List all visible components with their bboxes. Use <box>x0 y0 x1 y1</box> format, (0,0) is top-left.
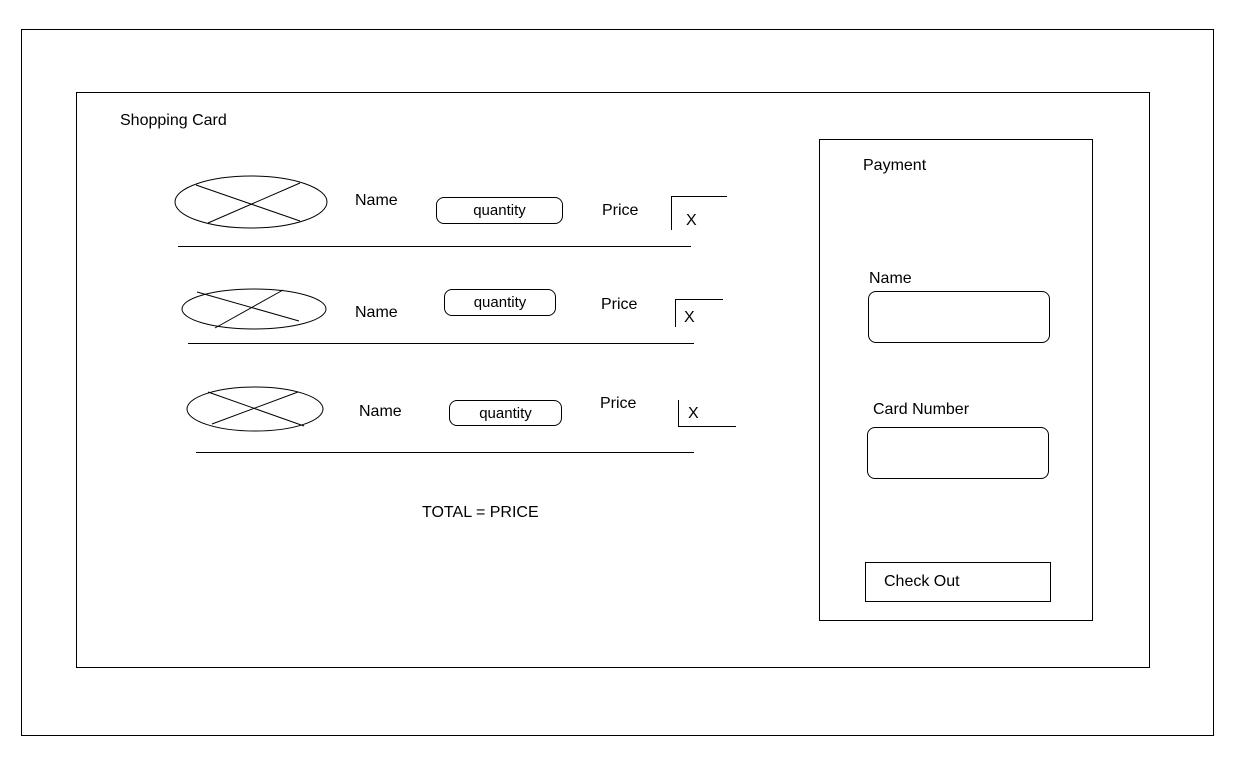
remove-item-button[interactable]: X <box>671 196 727 230</box>
quantity-label: quantity <box>473 294 527 311</box>
cart-item-price: Price <box>602 202 639 219</box>
name-field[interactable] <box>868 291 1050 343</box>
payment-panel <box>819 139 1093 621</box>
payment-title: Payment <box>863 157 927 174</box>
remove-item-button[interactable]: X <box>675 299 723 327</box>
cart-item-price: Price <box>600 395 637 412</box>
row-divider <box>196 452 694 453</box>
cart-item-price: Price <box>601 296 638 313</box>
row-divider <box>188 343 694 344</box>
product-image-placeholder-icon <box>174 175 328 229</box>
cart-item-name: Name <box>359 403 402 420</box>
quantity-stepper[interactable]: quantity <box>444 289 556 316</box>
quantity-label: quantity <box>473 202 526 219</box>
name-label: Name <box>869 270 912 287</box>
quantity-stepper[interactable]: quantity <box>436 197 563 224</box>
product-image-placeholder-icon <box>181 288 327 330</box>
cart-item-name: Name <box>355 304 398 321</box>
product-image-placeholder-icon <box>186 386 324 432</box>
card-number-field[interactable] <box>867 427 1049 479</box>
cart-total: TOTAL = PRICE <box>422 504 539 521</box>
row-divider <box>178 246 691 247</box>
card-number-label: Card Number <box>873 401 970 418</box>
cart-item-name: Name <box>355 192 398 209</box>
quantity-stepper[interactable]: quantity <box>449 400 562 426</box>
cart-title: Shopping Card <box>120 112 227 129</box>
check-out-button[interactable]: Check Out <box>865 562 1051 602</box>
quantity-label: quantity <box>479 404 532 422</box>
remove-item-button[interactable]: X <box>678 400 736 427</box>
